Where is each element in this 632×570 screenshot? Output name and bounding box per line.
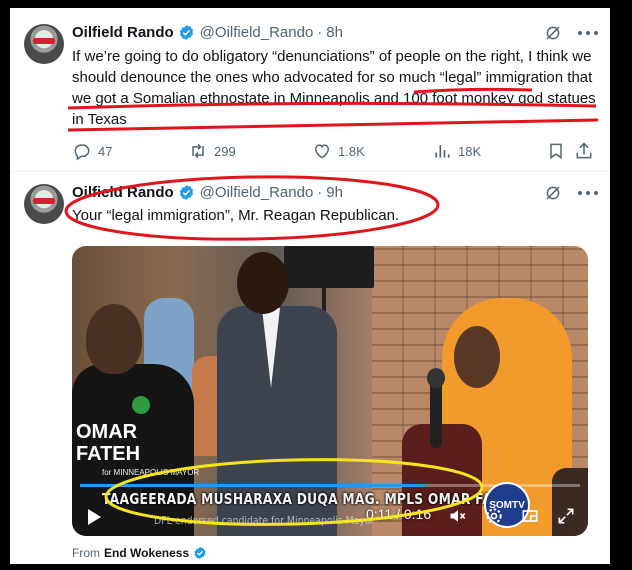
pa-speaker — [284, 246, 374, 288]
tweet[interactable]: Oilfield Rando @Oilfield_Rando · 8h If w… — [10, 8, 610, 172]
timeline-panel: Oilfield Rando @Oilfield_Rando · 8h If w… — [10, 8, 610, 564]
repost-button[interactable]: 299 — [188, 140, 236, 162]
video-subcaption: DFL-endorsed candidate for Minneapolis M… — [154, 514, 375, 527]
source-attribution: From End Wokeness — [72, 546, 207, 560]
settings-icon[interactable] — [484, 506, 504, 526]
shirt-subtext: for MINNEAPOLIS MAYOR — [102, 468, 200, 477]
share-icon — [576, 142, 592, 159]
video-time: 0:11 / 0:16 — [366, 506, 432, 522]
mute-icon[interactable] — [448, 506, 468, 526]
reply-count: 47 — [98, 143, 113, 159]
like-icon — [314, 144, 330, 159]
action-bar: 47 299 1.8K 18K — [72, 140, 592, 162]
timestamp[interactable]: 8h — [326, 24, 343, 41]
video-player[interactable]: OMAR FATEH for MINNEAPOLIS MAYOR TAAGEER… — [72, 246, 588, 536]
tweet[interactable]: Oilfield Rando @Oilfield_Rando · 9h Your… — [10, 172, 610, 564]
avatar[interactable] — [24, 184, 64, 224]
from-prefix: From — [72, 546, 100, 560]
views-icon — [435, 145, 450, 158]
tweet-text: Your “legal immigration”, Mr. Reagan Rep… — [72, 207, 400, 224]
verified-badge-icon — [194, 546, 206, 560]
avatar[interactable] — [24, 24, 64, 64]
grok-icon[interactable] — [544, 184, 562, 202]
shirt-text: OMAR FATEH — [76, 421, 141, 465]
author-handle[interactable]: @Oilfield_Rando — [200, 184, 314, 201]
separator-dot: · — [317, 23, 323, 41]
tweet-header: Oilfield Rando @Oilfield_Rando · 9h — [72, 182, 343, 202]
reply-button[interactable]: 47 — [72, 140, 112, 162]
more-icon[interactable] — [578, 24, 598, 42]
video-progress-fill — [80, 484, 425, 487]
bookmark-button[interactable] — [546, 140, 572, 162]
like-count: 1.8K — [338, 143, 365, 159]
pip-icon[interactable] — [520, 506, 540, 526]
share-button[interactable] — [574, 140, 600, 162]
microphone-head — [427, 368, 445, 388]
like-button[interactable]: 1.8K — [312, 140, 365, 162]
separator-dot: · — [317, 183, 323, 201]
campaign-badge — [132, 396, 150, 414]
tweet-text: If we’re going to do obligatory “denunci… — [72, 48, 596, 128]
tweet-header: Oilfield Rando @Oilfield_Rando · 8h — [72, 22, 343, 42]
reply-icon — [74, 144, 90, 161]
repost-count: 299 — [214, 143, 236, 159]
author-name[interactable]: Oilfield Rando — [72, 184, 174, 201]
woman-face — [454, 326, 500, 388]
repost-icon — [192, 143, 204, 159]
view-count: 18K — [458, 143, 482, 159]
verified-badge-icon — [179, 24, 193, 40]
views-button[interactable]: 18K — [432, 140, 481, 162]
author-name[interactable]: Oilfield Rando — [72, 24, 174, 41]
man-head — [237, 252, 289, 314]
timestamp[interactable]: 9h — [326, 184, 343, 201]
man-head — [86, 304, 142, 374]
source-account[interactable]: End Wokeness — [104, 546, 189, 560]
fullscreen-icon[interactable] — [556, 506, 576, 526]
bookmark-icon — [550, 143, 562, 160]
more-icon[interactable] — [578, 184, 598, 202]
author-handle[interactable]: @Oilfield_Rando — [200, 24, 314, 41]
grok-icon[interactable] — [544, 24, 562, 42]
verified-badge-icon — [179, 184, 193, 200]
play-icon[interactable] — [84, 508, 104, 526]
microphone — [430, 378, 442, 448]
